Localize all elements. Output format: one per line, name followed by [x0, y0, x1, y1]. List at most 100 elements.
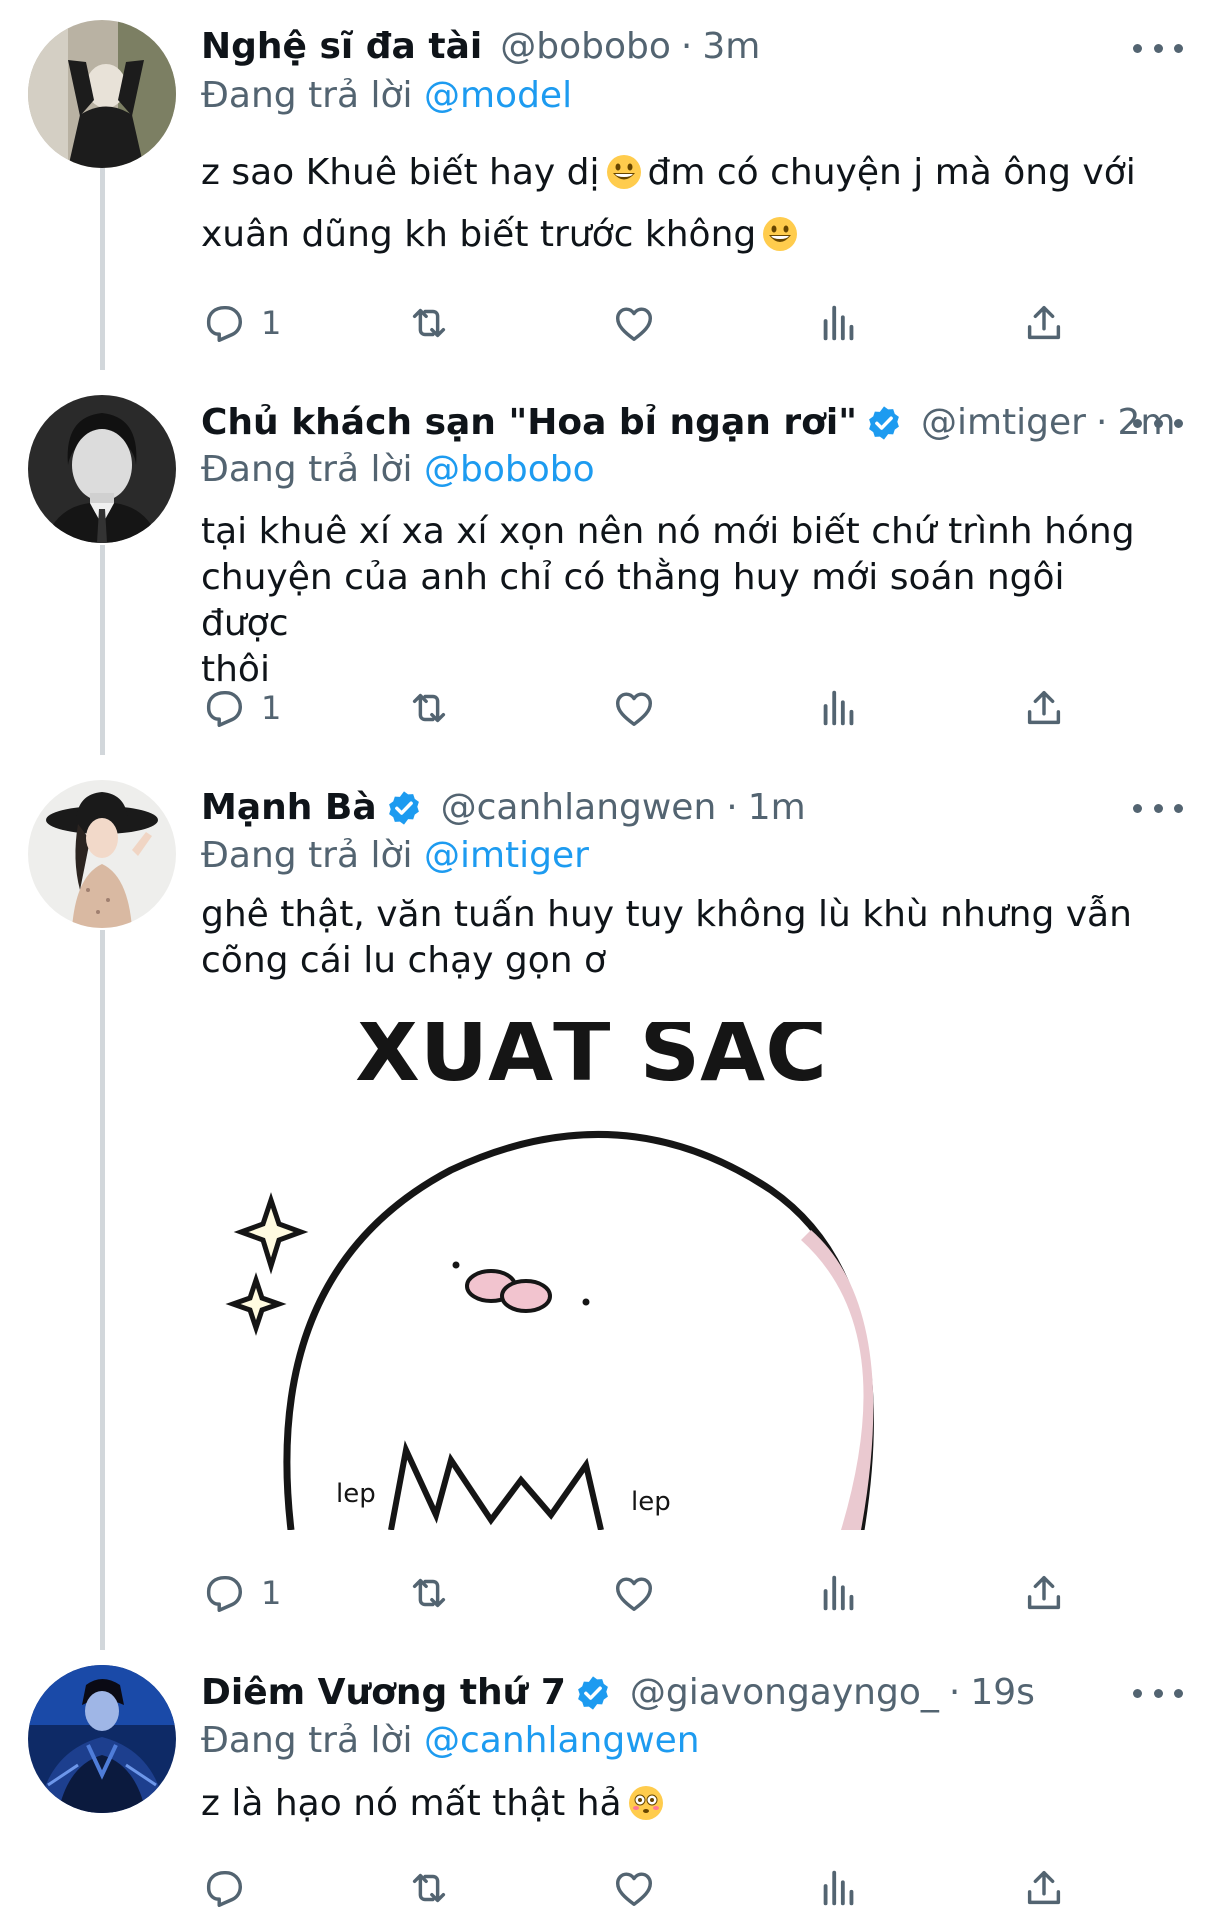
tweet-text-line: z là hạo nó mất thật hả: [201, 1783, 622, 1824]
smiling-face-emoji-icon: [763, 217, 798, 251]
share-icon: [1027, 1575, 1061, 1610]
replying-to-label: Đang trả lời: [201, 75, 413, 116]
more-icon[interactable]: [1133, 798, 1183, 818]
tweet-text: ghê thật, văn tuấn huy tuy không lù khù …: [201, 892, 1161, 984]
verified-badge-icon: [388, 791, 419, 825]
media-side-text-right: lep: [631, 1487, 671, 1517]
user-handle[interactable]: @bobobo: [500, 25, 671, 69]
mention-link[interactable]: @bobobo: [424, 449, 595, 490]
grinning-face-emoji-icon: [606, 155, 641, 189]
reply-icon: [206, 690, 243, 727]
user-handle[interactable]: @giavongayngo_: [630, 1671, 939, 1715]
share-button[interactable]: [1021, 1568, 1067, 1618]
retweet-icon: [412, 308, 446, 338]
avatar[interactable]: [28, 395, 176, 543]
replying-to-label: Đang trả lời: [201, 449, 413, 490]
media-caption: XUẤT SẮC: [355, 1010, 827, 1100]
like-icon: [615, 307, 653, 342]
avatar[interactable]: [28, 780, 176, 928]
tweet-header: Diêm Vương thứ 7 @giavongayngo_ · 19s: [201, 1671, 1203, 1715]
mention-link[interactable]: @model: [424, 75, 572, 116]
replying-to: Đang trả lời @imtiger: [201, 834, 589, 878]
tweet-header: Chủ khách sạn "Hoa bỉ ngạn rơi" @imtiger…: [201, 401, 1203, 445]
retweet-button[interactable]: [406, 1568, 452, 1618]
share-button[interactable]: [1021, 683, 1067, 733]
views-button[interactable]: [816, 1863, 862, 1913]
reply-button[interactable]: 1: [201, 1568, 281, 1618]
share-icon: [1027, 1870, 1061, 1905]
replying-to: Đang trả lời @bobobo: [201, 448, 595, 492]
like-button[interactable]: [611, 1568, 657, 1618]
mention-link[interactable]: @canhlangwen: [424, 1720, 700, 1761]
display-name[interactable]: Chủ khách sạn "Hoa bỉ ngạn rơi": [201, 401, 857, 445]
replying-to-label: Đang trả lời: [201, 1720, 413, 1761]
reply-count: 1: [261, 304, 282, 342]
tweet-text-line: cõng cái lu chạy gọn ơ: [201, 940, 607, 981]
avatar[interactable]: [28, 1665, 176, 1813]
tweet-text-line: đm có chuyện j mà ông với: [647, 152, 1136, 193]
reply-icon: [206, 305, 243, 342]
display-name[interactable]: Nghệ sĩ đa tài: [201, 25, 482, 69]
tweet-actions: [201, 1863, 1101, 1913]
tweet[interactable]: Diêm Vương thứ 7 @giavongayngo_ · 19s Đa…: [0, 1645, 1223, 1920]
retweet-button[interactable]: [406, 298, 452, 348]
reply-button[interactable]: [201, 1863, 247, 1913]
tweet-text-line: ghê thật, văn tuấn huy tuy không lù khù …: [201, 894, 1132, 935]
reply-icon: [206, 1575, 243, 1612]
views-icon: [823, 305, 854, 341]
views-button[interactable]: [816, 298, 862, 348]
share-button[interactable]: [1021, 298, 1067, 348]
tweet[interactable]: Mạnh Bà @canhlangwen · 1m Đang trả lời @…: [0, 760, 1223, 1640]
timestamp[interactable]: 19s: [970, 1671, 1035, 1715]
tweet-text-line: z sao Khuê biết hay dị: [201, 152, 600, 193]
tweet-header: Mạnh Bà @canhlangwen · 1m: [201, 786, 1203, 830]
verified-badge-icon: [869, 406, 899, 440]
timestamp[interactable]: 3m: [702, 25, 760, 69]
separator-dot: ·: [1095, 402, 1108, 443]
like-button[interactable]: [611, 1863, 657, 1913]
mention-link[interactable]: @imtiger: [424, 835, 589, 876]
like-icon: [615, 1577, 653, 1612]
reply-count: 1: [261, 689, 282, 727]
tweet-actions: 1: [201, 1568, 1101, 1618]
display-name[interactable]: Mạnh Bà: [201, 786, 377, 830]
retweet-icon: [412, 1578, 446, 1608]
more-icon[interactable]: [1133, 1683, 1183, 1703]
avatar[interactable]: [28, 20, 176, 168]
more-icon[interactable]: [1133, 413, 1183, 433]
replying-to: Đang trả lời @model: [201, 74, 572, 118]
views-icon: [823, 1575, 854, 1611]
tweet-text-line: xuân dũng kh biết trước không: [201, 214, 757, 255]
tweet-text: z là hạo nó mất thật hả: [201, 1781, 1161, 1827]
more-icon[interactable]: [1133, 38, 1183, 58]
tweet-header: Nghệ sĩ đa tài @bobobo · 3m: [201, 25, 1203, 69]
user-handle[interactable]: @canhlangwen: [441, 786, 717, 830]
user-handle[interactable]: @imtiger: [921, 401, 1086, 445]
like-icon: [615, 692, 653, 727]
retweet-button[interactable]: [406, 1863, 452, 1913]
like-button[interactable]: [611, 683, 657, 733]
verified-badge-icon: [578, 1676, 608, 1710]
flushed-face-emoji-icon: [628, 1786, 663, 1820]
replying-to: Đang trả lời @canhlangwen: [201, 1719, 700, 1763]
views-icon: [823, 690, 854, 726]
views-button[interactable]: [816, 683, 862, 733]
like-button[interactable]: [611, 298, 657, 348]
share-button[interactable]: [1021, 1863, 1067, 1913]
share-icon: [1027, 690, 1061, 725]
retweet-button[interactable]: [406, 683, 452, 733]
replying-to-label: Đang trả lời: [201, 835, 413, 876]
tweet[interactable]: Nghệ sĩ đa tài @bobobo · 3m Đang trả lời…: [0, 0, 1223, 370]
views-button[interactable]: [816, 1568, 862, 1618]
views-icon: [823, 1870, 854, 1906]
reply-count: 1: [261, 1574, 282, 1612]
tweet[interactable]: Chủ khách sạn "Hoa bỉ ngạn rơi" @imtiger…: [0, 375, 1223, 755]
display-name[interactable]: Diêm Vương thứ 7: [201, 1671, 566, 1715]
like-icon: [615, 1872, 653, 1907]
timestamp[interactable]: 1m: [748, 786, 806, 830]
reply-button[interactable]: 1: [201, 683, 281, 733]
media-side-text-left: lep: [336, 1479, 376, 1509]
tweet-media-image[interactable]: XUẤT SẮC lep lep: [201, 1010, 981, 1530]
reply-button[interactable]: 1: [201, 298, 281, 348]
tweet-text-line: tại khuê xí xa xí xọn nên nó mới biết ch…: [201, 511, 1135, 552]
